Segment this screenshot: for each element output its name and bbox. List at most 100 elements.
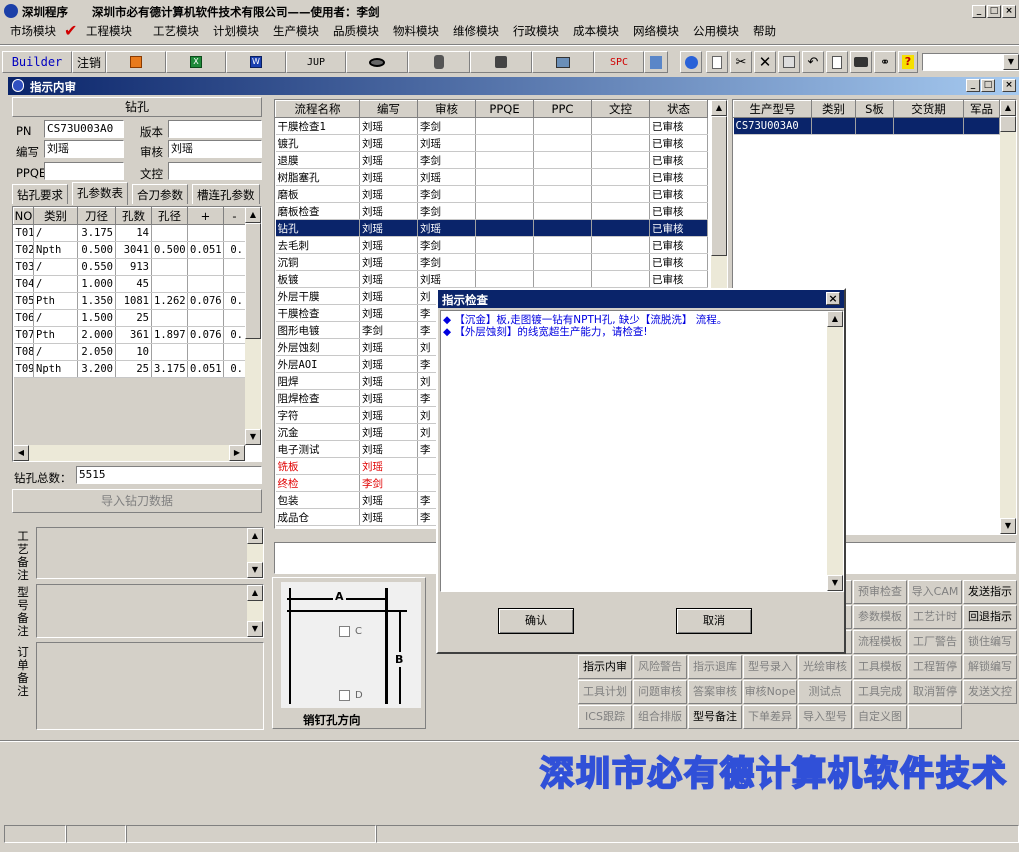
menu-network[interactable]: 网络模块	[633, 23, 679, 39]
command-button[interactable]: 流程模板	[853, 630, 907, 654]
table-row[interactable]: 镀孔 刘瑶 刘瑶 已审核	[275, 134, 708, 152]
menu-help[interactable]: 帮助	[753, 23, 776, 39]
database-button[interactable]	[408, 51, 470, 73]
scroll-down-button[interactable]: ▼	[247, 562, 263, 578]
hole-col-header[interactable]: -	[223, 207, 246, 225]
command-button[interactable]: 发送指示	[963, 580, 1017, 604]
tab-slot-params[interactable]: 槽连孔参数	[192, 184, 260, 204]
table-row[interactable]: CS73U003A0	[733, 117, 1000, 135]
table-row[interactable]: T02 Npth 0.500 3041 0.500 0.051 0.	[13, 241, 246, 259]
print-button[interactable]	[850, 51, 872, 73]
menu-quality[interactable]: 品质模块	[333, 23, 379, 39]
command-button[interactable]: 自定义图	[853, 705, 907, 729]
dialog-close-button[interactable]: ×	[826, 292, 840, 305]
flow-col-header[interactable]: 编写	[359, 100, 418, 118]
command-button[interactable]: 参数模板	[853, 605, 907, 629]
toolbar-combo[interactable]: ▼	[922, 53, 1019, 71]
command-button[interactable]: 答案审核	[688, 680, 742, 704]
model-remark-scroll[interactable]: ▲ ▼	[247, 585, 263, 637]
process-remark-field[interactable]: ▲ ▼	[36, 527, 264, 579]
import-drill-button[interactable]: 导入钻刀数据	[12, 489, 262, 513]
menu-market[interactable]: 市场模块	[10, 23, 56, 39]
flow-col-header[interactable]: 文控	[591, 100, 650, 118]
product-col-header[interactable]: 军品	[963, 100, 1000, 118]
child-restore-button[interactable]: □	[981, 79, 995, 92]
ppqe-field[interactable]	[44, 162, 124, 180]
table-row[interactable]: 磨板 刘瑶 李剑 已审核	[275, 185, 708, 203]
hole-col-header[interactable]: NO	[13, 207, 34, 225]
hole-col-header[interactable]: 孔数	[115, 207, 152, 225]
menu-material[interactable]: 物料模块	[393, 23, 439, 39]
excel-button[interactable]: X	[166, 51, 226, 73]
command-button[interactable]: 工具完成	[853, 680, 907, 704]
web-button[interactable]	[680, 51, 702, 73]
find-button[interactable]: ⚭	[874, 51, 896, 73]
command-button[interactable]: 发送文控	[963, 680, 1017, 704]
jup-button[interactable]: JUP	[286, 51, 346, 73]
child-close-button[interactable]: ×	[1002, 79, 1016, 92]
command-button[interactable]: 审核Nope	[743, 680, 797, 704]
hole-col-header[interactable]: 刀径	[77, 207, 116, 225]
hole-col-header[interactable]: +	[187, 207, 224, 225]
hole-col-header[interactable]: 孔径	[151, 207, 188, 225]
table-row[interactable]: T05 Pth 1.350 1081 1.262 0.076 0.	[13, 292, 246, 310]
minimize-button[interactable]: _	[972, 5, 986, 18]
flow-col-header[interactable]: PPQE	[475, 100, 534, 118]
table-row[interactable]: 干膜检查1 刘瑶 李剑 已审核	[275, 117, 708, 135]
scroll-down-button[interactable]: ▼	[1000, 518, 1016, 534]
scroll-left-button[interactable]: ◀	[13, 445, 29, 461]
scroll-down-button[interactable]: ▼	[247, 621, 263, 637]
command-button[interactable]: 工艺计时	[908, 605, 962, 629]
table-row[interactable]: T01/3.175 14	[13, 224, 246, 242]
menu-maintenance[interactable]: 维修模块	[453, 23, 499, 39]
checkbox-d[interactable]	[339, 690, 350, 701]
combo-dropdown-button[interactable]: ▼	[1003, 54, 1019, 70]
child-minimize-button[interactable]: _	[966, 79, 980, 92]
scroll-down-button[interactable]: ▼	[827, 575, 843, 591]
scroll-up-button[interactable]: ▲	[247, 585, 263, 601]
preview-button[interactable]	[826, 51, 848, 73]
delete-button[interactable]: ✕	[754, 51, 776, 73]
product-col-header[interactable]: 生产型号	[733, 100, 812, 118]
table-row[interactable]: 去毛刺 刘瑶 李剑 已审核	[275, 236, 708, 254]
version-field[interactable]	[168, 120, 262, 138]
table-row[interactable]: T07 Pth 2.000 361 1.897 0.076 0.	[13, 326, 246, 344]
table-row[interactable]: 板镀 刘瑶 刘瑶 已审核	[275, 270, 708, 288]
product-col-header[interactable]: 类别	[811, 100, 856, 118]
view-button[interactable]	[346, 51, 408, 73]
flow-col-header[interactable]: 审核	[417, 100, 476, 118]
menu-plan[interactable]: 计划模块	[213, 23, 259, 39]
table-row[interactable]: 磨板检查 刘瑶 李剑 已审核	[275, 202, 708, 220]
command-button[interactable]: 解锁编写	[963, 655, 1017, 679]
scroll-up-button[interactable]: ▲	[1000, 100, 1016, 116]
command-button[interactable]: 型号备注	[688, 705, 742, 729]
scroll-thumb[interactable]	[245, 223, 261, 339]
tab-drill-requirements[interactable]: 钻孔要求	[12, 184, 68, 204]
network-button[interactable]	[470, 51, 532, 73]
command-button[interactable]: 回退指示	[963, 605, 1017, 629]
command-button[interactable]: 测试点	[798, 680, 852, 704]
scroll-up-button[interactable]: ▲	[711, 100, 727, 116]
table-row[interactable]: T04/1.000 45	[13, 275, 246, 293]
command-button[interactable]: 工厂警告	[908, 630, 962, 654]
dialog-ok-button[interactable]: 确认	[498, 608, 574, 634]
command-button[interactable]: 工具计划	[578, 680, 632, 704]
command-button[interactable]: ICS跟踪	[578, 705, 632, 729]
table-row[interactable]: T08/2.050 10	[13, 343, 246, 361]
table-row[interactable]: T03/0.550 913	[13, 258, 246, 276]
command-button[interactable]: 问题审核	[633, 680, 687, 704]
calc-button[interactable]	[644, 51, 668, 73]
command-button[interactable]: 导入型号	[798, 705, 852, 729]
tab-combined-tool[interactable]: 合刀参数	[132, 184, 188, 204]
command-button[interactable]: 取消暂停	[908, 680, 962, 704]
product-table-vscroll[interactable]: ▲ ▼	[1000, 100, 1016, 534]
table-row[interactable]: T06/1.500 25	[13, 309, 246, 327]
author-field[interactable]: 刘瑶	[44, 140, 124, 158]
product-col-header[interactable]: 交货期	[893, 100, 964, 118]
menu-engineering[interactable]: 工程模块	[86, 23, 132, 39]
scroll-down-button[interactable]: ▼	[245, 429, 261, 445]
process-remark-scroll[interactable]: ▲ ▼	[247, 528, 263, 578]
scroll-up-button[interactable]: ▲	[245, 207, 261, 223]
logout-button[interactable]: 注销	[72, 51, 106, 73]
command-button[interactable]: 指示退库	[688, 655, 742, 679]
